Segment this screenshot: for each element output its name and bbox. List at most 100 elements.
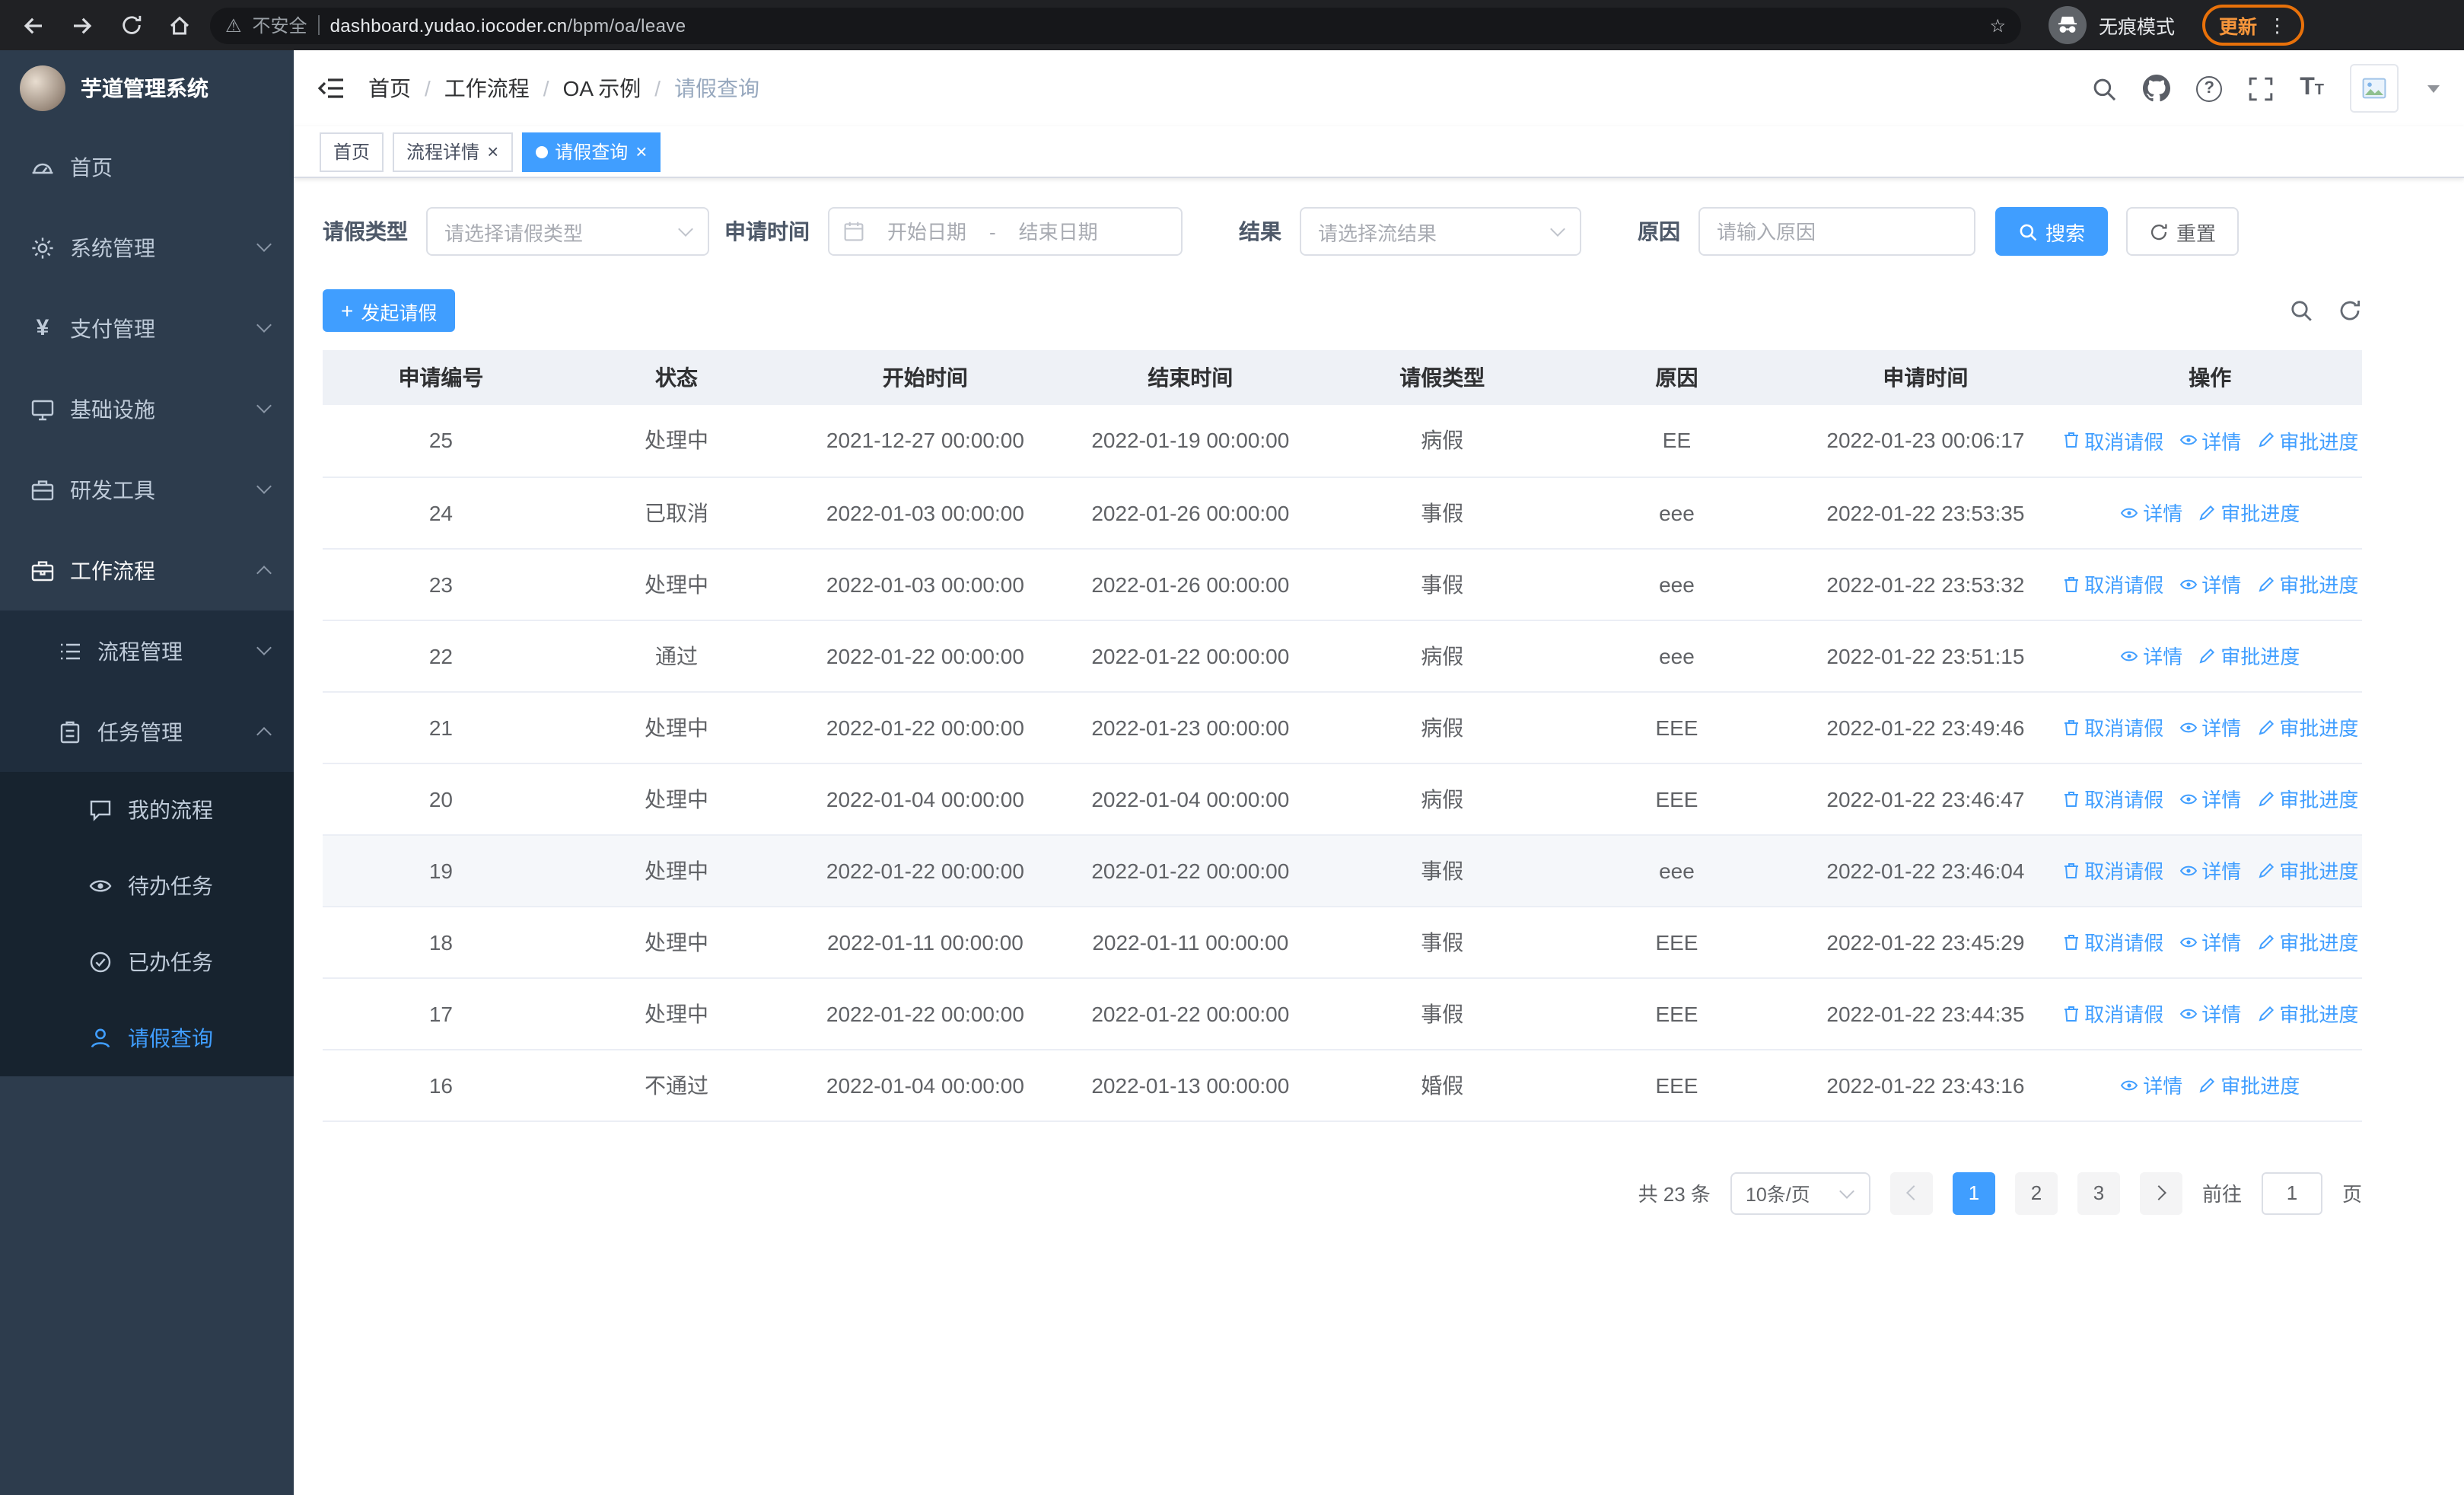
- sidebar-item-workflow[interactable]: 工作流程: [0, 530, 294, 610]
- prev-page-button[interactable]: [1889, 1171, 1933, 1214]
- approval-progress-link[interactable]: 审批进度: [2256, 426, 2358, 455]
- sidebar-item-pending-tasks[interactable]: 待办任务: [0, 848, 294, 924]
- font-size-icon[interactable]: TT: [2300, 75, 2324, 102]
- page-size-select[interactable]: 10条/页: [1730, 1171, 1870, 1214]
- detail-link[interactable]: 详情: [2179, 712, 2241, 741]
- sidebar-item-infrastructure[interactable]: 基础设施: [0, 368, 294, 449]
- pen-icon: [2258, 862, 2274, 878]
- detail-link[interactable]: 详情: [2179, 927, 2241, 956]
- pen-icon: [2199, 504, 2215, 520]
- browser-menu-icon[interactable]: ⋮: [2268, 14, 2287, 37]
- tab-process-detail[interactable]: 流程详情 ×: [393, 132, 513, 171]
- trash-icon: [2064, 862, 2078, 878]
- breadcrumb-home[interactable]: 首页: [368, 73, 411, 104]
- cancel-leave-link[interactable]: 取消请假: [2061, 784, 2163, 813]
- date-range-picker[interactable]: -: [828, 207, 1183, 256]
- reason-input[interactable]: [1698, 207, 1975, 256]
- sidebar-fold-icon[interactable]: [318, 78, 344, 99]
- sidebar-item-my-processes[interactable]: 我的流程: [0, 772, 294, 848]
- chevron-down-icon: [256, 479, 272, 494]
- approval-progress-link[interactable]: 审批进度: [2198, 641, 2300, 670]
- cancel-leave-link[interactable]: 取消请假: [2061, 712, 2163, 741]
- result-select[interactable]: 请选择流结果: [1300, 207, 1581, 256]
- leave-type-select[interactable]: 请选择请假类型: [426, 207, 709, 256]
- table-row: 19 处理中 2022-01-22 00:00:00 2022-01-22 00…: [323, 834, 2362, 907]
- cancel-leave-link[interactable]: 取消请假: [2061, 999, 2163, 1028]
- end-date-input[interactable]: [1001, 220, 1115, 243]
- chevron-down-icon: [1550, 222, 1565, 237]
- cancel-leave-link[interactable]: 取消请假: [2061, 426, 2163, 455]
- sidebar-item-system-management[interactable]: 系统管理: [0, 207, 294, 288]
- detail-link[interactable]: 详情: [2120, 1070, 2182, 1099]
- approval-progress-link[interactable]: 审批进度: [2256, 784, 2358, 813]
- browser-update-button[interactable]: 更新 ⋮: [2202, 5, 2304, 46]
- pen-icon: [2258, 1005, 2274, 1021]
- fullscreen-icon[interactable]: [2248, 75, 2274, 101]
- sidebar-item-task-management[interactable]: 任务管理: [0, 691, 294, 772]
- trash-icon: [2064, 719, 2078, 735]
- pen-icon: [2258, 933, 2274, 949]
- detail-link[interactable]: 详情: [2179, 426, 2241, 455]
- eye-icon: [2179, 579, 2197, 589]
- chevron-up-icon: [256, 727, 272, 742]
- sidebar-item-leave-query[interactable]: 请假查询: [0, 1000, 294, 1076]
- sidebar-item-home[interactable]: 首页: [0, 126, 294, 207]
- forward-icon[interactable]: [64, 7, 100, 43]
- leave-table: 申请编号 状态 开始时间 结束时间 请假类型 原因 申请时间 操作 25 处理中…: [323, 350, 2362, 1121]
- chevron-down-icon[interactable]: [2427, 84, 2440, 92]
- goto-page-input[interactable]: [2261, 1171, 2322, 1214]
- close-icon[interactable]: ×: [635, 142, 647, 161]
- detail-link[interactable]: 详情: [2179, 569, 2241, 598]
- sidebar-item-process-management[interactable]: 流程管理: [0, 610, 294, 691]
- close-icon[interactable]: ×: [487, 142, 498, 161]
- next-page-button[interactable]: [2139, 1171, 2182, 1214]
- search-icon[interactable]: [2091, 75, 2117, 101]
- bookmark-star-icon[interactable]: ☆: [1989, 14, 2006, 36]
- back-icon[interactable]: [15, 7, 52, 43]
- page-content: 请假类型 请选择请假类型 申请时间 - 结果 请选择流结果: [294, 178, 2464, 1495]
- approval-progress-link[interactable]: 审批进度: [2256, 999, 2358, 1028]
- page-button-3[interactable]: 3: [2077, 1171, 2120, 1214]
- sidebar-item-done-tasks[interactable]: 已办任务: [0, 924, 294, 1000]
- security-label[interactable]: 不安全: [253, 12, 307, 38]
- approval-progress-link[interactable]: 审批进度: [2256, 569, 2358, 598]
- cancel-leave-link[interactable]: 取消请假: [2061, 569, 2163, 598]
- app-logo[interactable]: 芋道管理系统: [0, 50, 294, 126]
- cancel-leave-link[interactable]: 取消请假: [2061, 927, 2163, 956]
- approval-progress-link[interactable]: 审批进度: [2256, 927, 2358, 956]
- table-search-icon[interactable]: [2289, 298, 2313, 323]
- sidebar-item-dev-tools[interactable]: 研发工具: [0, 449, 294, 530]
- page-button-1[interactable]: 1: [1952, 1171, 1995, 1214]
- home-icon[interactable]: [161, 7, 198, 43]
- detail-link[interactable]: 详情: [2179, 784, 2241, 813]
- page-button-2[interactable]: 2: [2014, 1171, 2058, 1214]
- reload-icon[interactable]: [113, 7, 149, 43]
- reset-button[interactable]: 重置: [2126, 207, 2240, 256]
- chevron-right-icon: [2151, 1185, 2166, 1200]
- table-refresh-icon[interactable]: [2338, 298, 2362, 323]
- breadcrumb-workflow[interactable]: 工作流程: [444, 73, 530, 104]
- breadcrumb-oa-example[interactable]: OA 示例: [563, 73, 641, 104]
- approval-progress-link[interactable]: 审批进度: [2198, 1070, 2300, 1099]
- create-leave-button[interactable]: + 发起请假: [323, 289, 456, 332]
- approval-progress-link[interactable]: 审批进度: [2256, 856, 2358, 885]
- apply-time-label: 申请时间: [724, 219, 810, 244]
- approval-progress-link[interactable]: 审批进度: [2256, 712, 2358, 741]
- start-date-input[interactable]: [871, 220, 983, 243]
- approval-progress-link[interactable]: 审批进度: [2198, 498, 2300, 527]
- detail-link[interactable]: 详情: [2120, 641, 2182, 670]
- search-button[interactable]: 搜索: [1995, 207, 2109, 256]
- avatar[interactable]: [2350, 64, 2399, 113]
- user-icon: [91, 1028, 110, 1048]
- help-icon[interactable]: ?: [2196, 75, 2223, 101]
- tab-leave-query[interactable]: 请假查询 ×: [521, 132, 661, 171]
- table-row: 23 处理中 2022-01-03 00:00:00 2022-01-26 00…: [323, 548, 2362, 620]
- address-bar[interactable]: ⚠ 不安全 dashboard.yudao.iocoder.cn/bpm/oa/…: [210, 7, 2021, 43]
- detail-link[interactable]: 详情: [2179, 856, 2241, 885]
- tab-home[interactable]: 首页: [320, 132, 384, 171]
- detail-link[interactable]: 详情: [2179, 999, 2241, 1028]
- sidebar-item-payment-management[interactable]: ¥ 支付管理: [0, 288, 294, 368]
- detail-link[interactable]: 详情: [2120, 498, 2182, 527]
- cancel-leave-link[interactable]: 取消请假: [2061, 856, 2163, 885]
- github-icon[interactable]: [2143, 75, 2171, 102]
